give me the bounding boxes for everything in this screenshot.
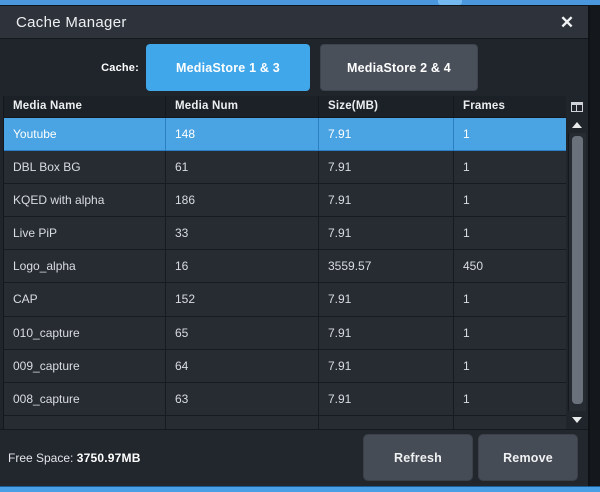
table-header: Media Name Media Num Size(MB) Frames bbox=[4, 96, 566, 118]
column-options-button[interactable] bbox=[568, 96, 586, 118]
table-row[interactable]: KQED with alpha 186 7.91 1 bbox=[4, 183, 566, 218]
cache-selector: Cache: MediaStore 1 & 3 MediaStore 2 & 4 bbox=[0, 39, 588, 96]
footer-buttons: Refresh Remove bbox=[363, 434, 578, 481]
triangle-down-icon bbox=[572, 417, 582, 423]
table-row[interactable]: 009_capture 64 7.91 1 bbox=[4, 349, 566, 383]
footer: Free Space: 3750.97MB Refresh Remove bbox=[0, 429, 588, 486]
tab-mediastore-1-3[interactable]: MediaStore 1 & 3 bbox=[146, 44, 310, 91]
cache-manager-dialog: Cache Manager ✕ Cache: MediaStore 1 & 3 … bbox=[0, 6, 590, 486]
table-row[interactable]: Logo_alpha 16 3559.57 450 bbox=[4, 250, 566, 284]
scroll-up-button[interactable] bbox=[568, 118, 586, 133]
free-space-value: 3750.97MB bbox=[76, 451, 141, 465]
column-header-frames[interactable]: Frames bbox=[454, 96, 566, 117]
media-table-grid: Media Name Media Num Size(MB) Frames You… bbox=[3, 96, 566, 429]
background-right-sliver bbox=[590, 6, 600, 486]
table-row[interactable]: Youtube 148 7.91 1 bbox=[4, 117, 566, 151]
scrollbar-thumb[interactable] bbox=[572, 135, 583, 404]
column-header-media-name[interactable]: Media Name bbox=[4, 96, 166, 117]
table-row[interactable]: Live PiP 33 7.91 1 bbox=[4, 217, 566, 251]
table-row[interactable]: 010_capture 65 7.91 1 bbox=[4, 316, 566, 350]
media-table: Media Name Media Num Size(MB) Frames You… bbox=[3, 96, 586, 429]
background-bottom-strip bbox=[0, 486, 600, 492]
table-row[interactable]: 008_capture 63 7.91 1 bbox=[4, 383, 566, 417]
scrollbar-track[interactable] bbox=[568, 132, 586, 411]
column-header-size[interactable]: Size(MB) bbox=[319, 96, 454, 117]
table-row[interactable]: CAP 152 7.91 1 bbox=[4, 283, 566, 317]
triangle-up-icon bbox=[572, 122, 582, 128]
free-space-label: Free Space: bbox=[8, 451, 74, 465]
scroll-down-button[interactable] bbox=[568, 411, 586, 429]
background-tab-notch bbox=[438, 0, 462, 5]
tab-mediastore-2-4[interactable]: MediaStore 2 & 4 bbox=[320, 44, 478, 91]
table-row-partial[interactable] bbox=[4, 416, 566, 429]
table-body: Youtube 148 7.91 1 DBL Box BG 61 7.91 1 … bbox=[4, 117, 566, 417]
table-row[interactable]: DBL Box BG 61 7.91 1 bbox=[4, 150, 566, 184]
cache-label: Cache: bbox=[101, 61, 139, 74]
refresh-button[interactable]: Refresh bbox=[363, 434, 473, 481]
titlebar: Cache Manager ✕ bbox=[0, 6, 588, 39]
remove-button[interactable]: Remove bbox=[478, 434, 578, 481]
scrollbar bbox=[566, 96, 586, 429]
column-options-icon bbox=[571, 101, 583, 112]
close-icon[interactable]: ✕ bbox=[555, 11, 579, 35]
free-space-text: Free Space: 3750.97MB bbox=[0, 451, 141, 465]
dialog-title: Cache Manager bbox=[16, 13, 127, 31]
screen: Cache Manager ✕ Cache: MediaStore 1 & 3 … bbox=[0, 0, 600, 492]
column-header-media-num[interactable]: Media Num bbox=[166, 96, 319, 117]
